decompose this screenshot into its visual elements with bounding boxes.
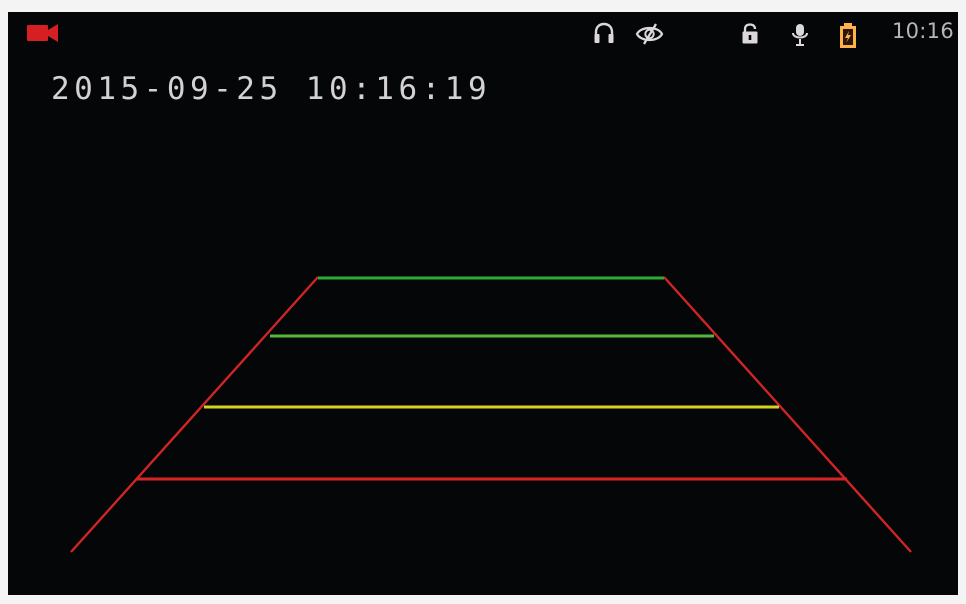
parking-guidelines [70, 276, 912, 553]
guide-left-edge [70, 276, 319, 553]
guide-right-edge [663, 276, 912, 553]
parking-camera-screen: 10:16 2015-09-25 10:16:19 [8, 12, 958, 595]
